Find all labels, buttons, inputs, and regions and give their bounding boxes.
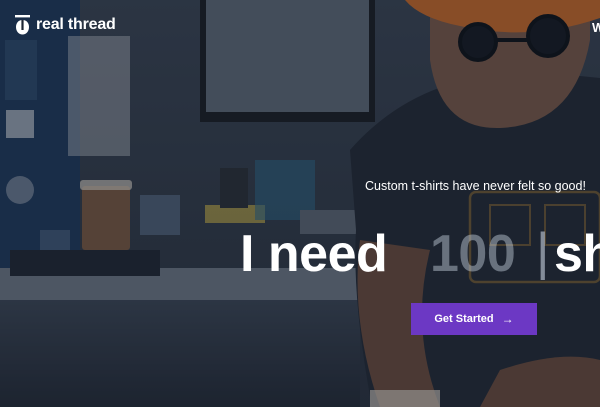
hero-tagline: Custom t-shirts have never felt so good! — [365, 179, 586, 193]
get-started-label: Get Started — [434, 313, 494, 325]
brand-name: real thread — [36, 16, 116, 33]
hero-dark-overlay — [0, 0, 600, 407]
headline-item: sh — [554, 225, 600, 283]
get-started-button[interactable]: Get Started → — [411, 303, 537, 335]
hero-section: real thread W Custom t-shirts have never… — [0, 0, 600, 407]
hero-headline: I need 100 | sh — [240, 222, 600, 286]
headline-prefix: I need — [240, 225, 388, 283]
real-thread-logo-icon — [15, 15, 30, 35]
headline-typing-cursor: | — [536, 223, 550, 281]
arrow-right-icon: → — [501, 312, 514, 326]
brand-logo[interactable]: real thread — [14, 14, 116, 36]
headline-quantity: 100 — [430, 225, 516, 283]
nav-link-partial[interactable]: W — [592, 20, 600, 35]
